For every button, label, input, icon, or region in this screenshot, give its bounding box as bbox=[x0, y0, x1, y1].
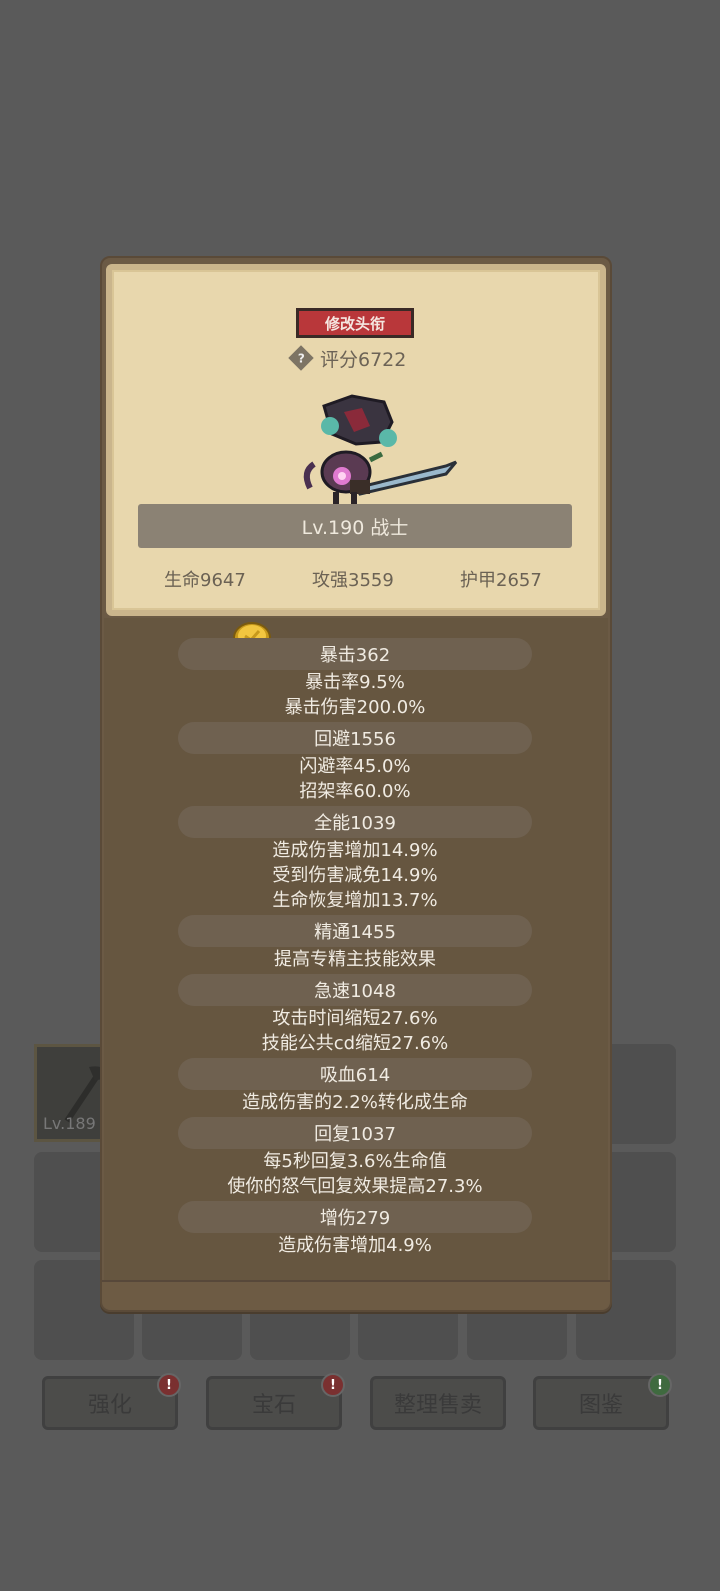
stat-group-header: 回避1556 bbox=[178, 722, 532, 754]
stat-group: 增伤279 造成伤害增加4.9% bbox=[178, 1201, 532, 1258]
stat-group: 急速1048 攻击时间缩短27.6% 技能公共cd缩短27.6% bbox=[178, 974, 532, 1056]
codex-button-label: 图鉴 bbox=[578, 1393, 623, 1418]
stat-detail-line: 闪避率45.0% bbox=[299, 756, 411, 777]
stat-group-header: 增伤279 bbox=[178, 1201, 532, 1233]
question-icon[interactable]: ? bbox=[288, 345, 314, 371]
stat-detail-line: 暴击伤害200.0% bbox=[284, 697, 426, 718]
gem-button[interactable]: 宝石 ! bbox=[206, 1373, 345, 1430]
gem-button-label: 宝石 bbox=[251, 1393, 296, 1418]
modal-footer bbox=[102, 1280, 610, 1310]
stat-hp: 生命9647 bbox=[164, 570, 246, 591]
stat-group: 回复1037 每5秒回复3.6%生命值 使你的怒气回复效果提高27.3% bbox=[178, 1117, 532, 1199]
codex-button[interactable]: 图鉴 ! bbox=[533, 1373, 672, 1430]
alert-badge-icon: ! bbox=[648, 1373, 672, 1397]
sort-sell-button[interactable]: 整理售卖 bbox=[370, 1376, 506, 1430]
stat-armor: 护甲2657 bbox=[460, 570, 542, 591]
secondary-stats-list: 暴击362 暴击率9.5% 暴击伤害200.0% 回避1556 闪避率45.0%… bbox=[178, 636, 532, 1258]
stat-group-header: 全能1039 bbox=[178, 806, 532, 838]
stat-attack: 攻强3559 bbox=[312, 570, 394, 591]
stat-group-header: 回复1037 bbox=[178, 1117, 532, 1149]
stat-group-header: 暴击362 bbox=[178, 638, 532, 670]
stat-detail-line: 受到伤害减免14.9% bbox=[272, 865, 438, 886]
stat-detail-line: 暴击率9.5% bbox=[305, 672, 405, 693]
rename-title-button[interactable]: 修改头衔 bbox=[296, 308, 414, 338]
alert-badge-icon: ! bbox=[157, 1373, 181, 1397]
rating-score: 评分6722 bbox=[320, 348, 407, 371]
alert-badge-icon: ! bbox=[321, 1373, 345, 1397]
stat-detail-line: 造成伤害的2.2%转化成生命 bbox=[242, 1092, 468, 1113]
base-stats-row: 生命9647 攻强3559 护甲2657 bbox=[138, 566, 572, 594]
rating-row: ? 评分6722 bbox=[288, 344, 407, 372]
warrior-character-sprite bbox=[303, 394, 458, 504]
stat-detail-line: 生命恢复增加13.7% bbox=[272, 890, 438, 911]
stat-group: 吸血614 造成伤害的2.2%转化成生命 bbox=[178, 1058, 532, 1115]
stat-detail-line: 造成伤害增加4.9% bbox=[278, 1235, 432, 1256]
stat-detail-line: 使你的怒气回复效果提高27.3% bbox=[227, 1176, 483, 1197]
stat-detail-line: 造成伤害增加14.9% bbox=[272, 840, 438, 861]
stat-detail-line: 每5秒回复3.6%生命值 bbox=[263, 1151, 447, 1172]
stat-detail-line: 技能公共cd缩短27.6% bbox=[261, 1033, 449, 1054]
sort-sell-button-label: 整理售卖 bbox=[393, 1393, 482, 1418]
stat-group: 全能1039 造成伤害增加14.9% 受到伤害减免14.9% 生命恢复增加13.… bbox=[178, 806, 532, 913]
stat-group-header: 急速1048 bbox=[178, 974, 532, 1006]
stat-group-header: 精通1455 bbox=[178, 915, 532, 947]
stat-group: 回避1556 闪避率45.0% 招架率60.0% bbox=[178, 722, 532, 804]
strengthen-button-label: 强化 bbox=[87, 1393, 132, 1418]
stat-group: 精通1455 提高专精主技能效果 bbox=[178, 915, 532, 972]
level-class-banner: Lv.190 战士 bbox=[138, 504, 572, 548]
item-level-label: Lv.189 bbox=[43, 1114, 96, 1133]
stat-detail-line: 提高专精主技能效果 bbox=[274, 949, 436, 970]
stat-group-header: 吸血614 bbox=[178, 1058, 532, 1090]
stat-detail-line: 招架率60.0% bbox=[299, 781, 411, 802]
stat-detail-line: 攻击时间缩短27.6% bbox=[272, 1008, 438, 1029]
strengthen-button[interactable]: 强化 ! bbox=[42, 1373, 181, 1430]
stat-group: 暴击362 暴击率9.5% 暴击伤害200.0% bbox=[178, 638, 532, 720]
